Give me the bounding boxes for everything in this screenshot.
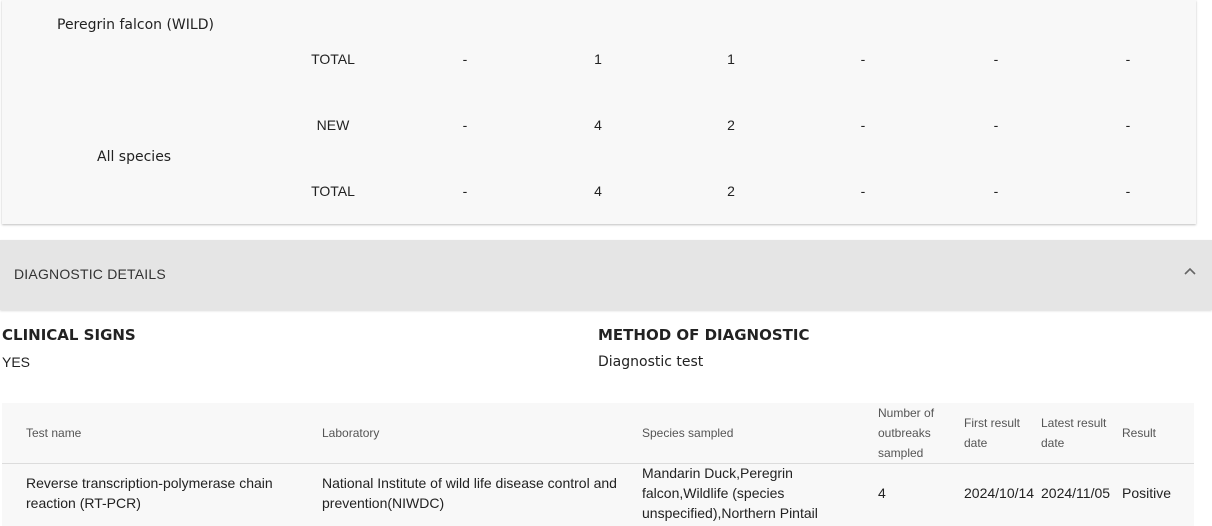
- cell-result: Positive: [1122, 485, 1172, 501]
- cell-value: -: [1125, 183, 1131, 199]
- diagnostic-table: Test name Laboratory Species sampled Num…: [2, 403, 1194, 526]
- clinical-signs-label: CLINICAL SIGNS: [2, 326, 136, 344]
- row-type: TOTAL: [311, 183, 355, 199]
- header-latest-result-date: Latest result date: [1041, 416, 1107, 450]
- header-result: Result: [1122, 426, 1157, 440]
- row-type: TOTAL: [311, 51, 355, 67]
- method-label: METHOD OF DIAGNOSTIC: [598, 326, 810, 344]
- cell-value: 2: [727, 117, 735, 133]
- cell-first-result-date: 2024/10/14: [964, 485, 1035, 501]
- cell-value: -: [1125, 117, 1131, 133]
- cell-test-name: Reverse transcription-polymerase chain r…: [26, 475, 273, 511]
- cell-value: -: [1125, 51, 1131, 67]
- cell-value: 1: [594, 51, 602, 67]
- header-test-name: Test name: [26, 426, 82, 440]
- row-type: NEW: [316, 117, 350, 133]
- diagnostic-details-header[interactable]: DIAGNOSTIC DETAILS: [0, 240, 1212, 310]
- header-first-result-date: First result date: [964, 416, 1021, 450]
- header-divider: [2, 463, 1194, 464]
- species-name: Peregrin falcon (WILD): [57, 17, 214, 33]
- method-value: Diagnostic test: [598, 354, 704, 370]
- cell-value: -: [993, 183, 999, 199]
- cell-value: 1: [727, 51, 735, 67]
- cell-value: -: [860, 183, 866, 199]
- header-number-of-outbreaks: Number of outbreaks sampled: [878, 406, 935, 460]
- cell-value: 4: [594, 117, 602, 133]
- cell-value: -: [993, 51, 999, 67]
- chevron-up-icon[interactable]: [1182, 264, 1198, 280]
- cell-value: -: [462, 51, 468, 67]
- cell-species-sampled: Mandarin Duck,Peregrin falcon,Wildlife (…: [642, 465, 818, 521]
- cell-laboratory: National Institute of wild life disease …: [322, 475, 617, 511]
- cell-num-outbreaks: 4: [878, 485, 886, 501]
- header-laboratory: Laboratory: [322, 426, 380, 440]
- cell-value: 4: [594, 183, 602, 199]
- cell-value: -: [462, 117, 468, 133]
- cell-value: -: [860, 51, 866, 67]
- cell-value: 2: [727, 183, 735, 199]
- species-name: All species: [97, 149, 172, 165]
- cell-value: -: [993, 117, 999, 133]
- cell-latest-result-date: 2024/11/05: [1041, 485, 1111, 501]
- cell-value: -: [860, 117, 866, 133]
- cell-value: -: [462, 183, 468, 199]
- section-title: DIAGNOSTIC DETAILS: [14, 266, 166, 282]
- outbreak-summary-card: Peregrin falcon (WILD) TOTAL - 1 1 - - -…: [2, 0, 1196, 224]
- header-species-sampled: Species sampled: [642, 426, 734, 440]
- clinical-signs-value: YES: [2, 354, 31, 370]
